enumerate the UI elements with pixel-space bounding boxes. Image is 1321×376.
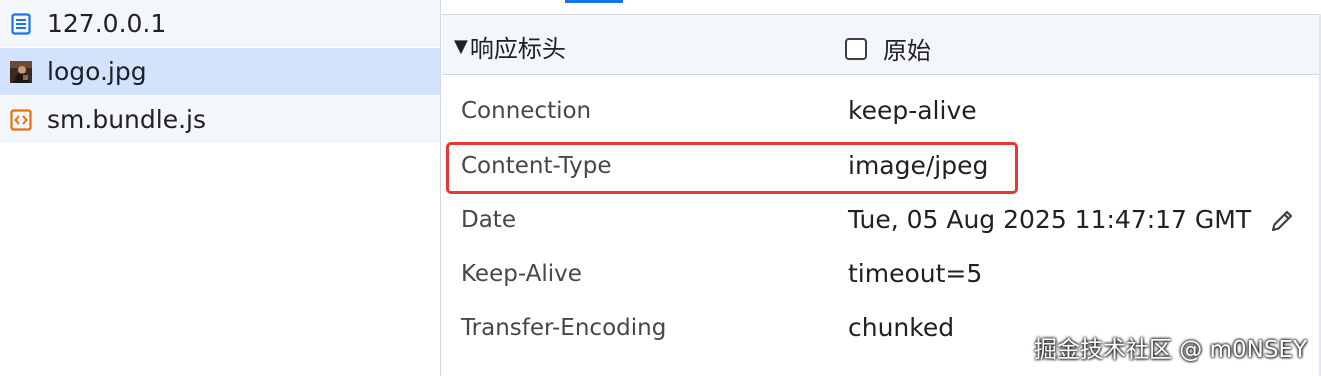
request-item-127-0-0-1[interactable]: 127.0.0.1 [0,0,440,47]
header-row-date: Date Tue, 05 Aug 2025 11:47:17 GMT [442,193,1319,247]
document-icon [10,12,32,35]
headers-panel: ▼ 响应标头 原始 Connection keep-alive Content-… [442,0,1321,376]
expand-triangle-icon[interactable]: ▼ [454,36,468,57]
raw-headers-toggle[interactable]: 原始 [845,31,931,66]
raw-checkbox-label: 原始 [883,37,931,65]
header-name: Date [461,207,516,233]
pencil-edit-icon[interactable] [1268,207,1296,235]
request-item-label: logo.jpg [47,57,147,86]
header-name: Keep-Alive [461,261,582,287]
tab-strip [442,0,1321,15]
request-list: 127.0.0.1 logo.jpg sm.bundle.js [0,0,441,376]
header-value: chunked [848,313,955,342]
header-name: Connection [461,98,592,124]
section-title[interactable]: ▼ 响应标头 [454,29,566,64]
header-value: keep-alive [848,96,977,125]
script-icon [10,108,32,131]
header-name: Transfer-Encoding [461,315,667,341]
active-tab-indicator [565,0,623,3]
header-name: Content-Type [461,153,612,179]
watermark: 掘金技术社区 @ m0NSEY [1033,337,1307,363]
section-title-label: 响应标头 [469,35,566,63]
image-thumbnail-icon [10,60,32,83]
response-headers-section-header[interactable]: ▼ 响应标头 原始 [442,15,1319,75]
request-item-label: sm.bundle.js [47,105,206,134]
header-value: timeout=5 [848,259,983,288]
devtools-network-view: 127.0.0.1 logo.jpg sm.bundle.js ▼ 响应标头 原… [0,0,1321,376]
header-row-connection: Connection keep-alive [442,84,1319,138]
request-item-label: 127.0.0.1 [47,9,167,38]
request-item-logo-jpg[interactable]: logo.jpg [0,48,440,95]
raw-checkbox[interactable] [845,37,867,60]
header-value: Tue, 05 Aug 2025 11:47:17 GMT [848,205,1252,234]
request-item-sm-bundle-js[interactable]: sm.bundle.js [0,96,440,143]
header-value: image/jpeg [848,151,989,180]
header-row-content-type: Content-Type image/jpeg [442,139,1319,193]
header-row-keep-alive: Keep-Alive timeout=5 [442,247,1319,301]
